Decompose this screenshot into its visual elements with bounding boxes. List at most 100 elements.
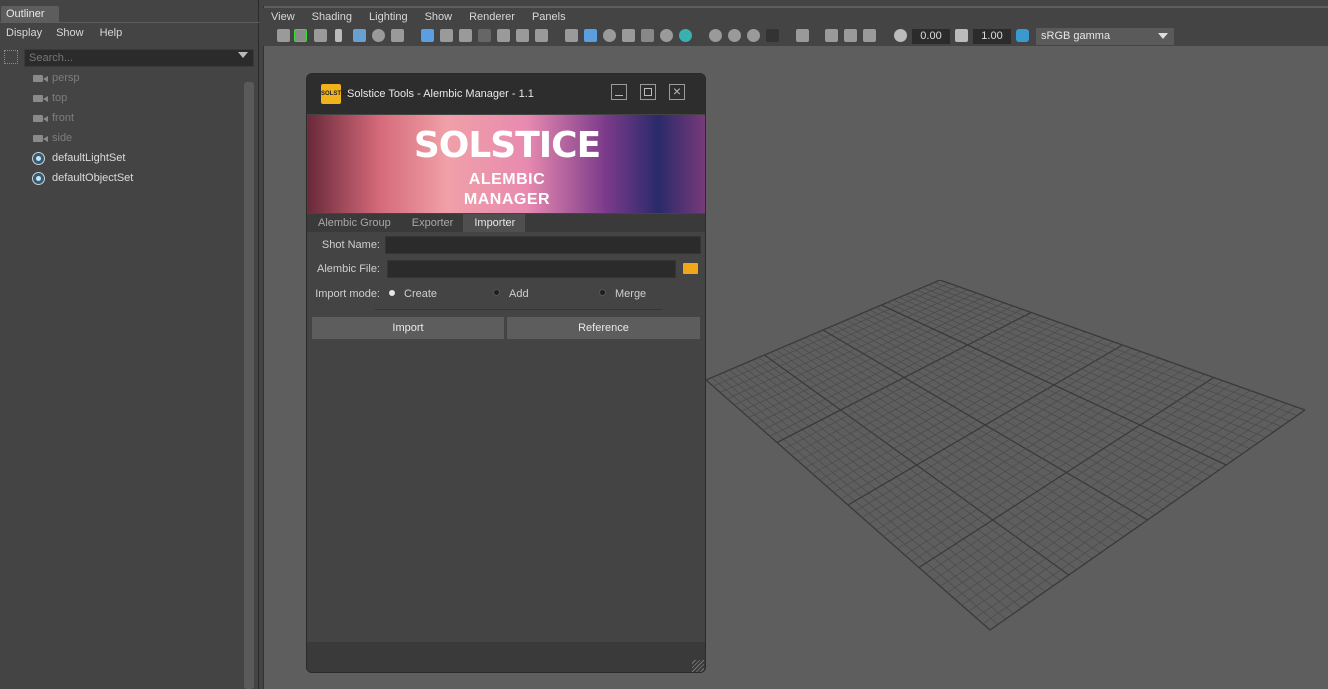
- search-input[interactable]: Search...: [24, 49, 254, 67]
- outliner-item-persp[interactable]: persp: [30, 68, 80, 88]
- divider: [375, 309, 662, 310]
- banner-image: SOLSTICE ALEMBIC MANAGER: [308, 115, 705, 213]
- radio-merge-label: Merge: [615, 288, 647, 300]
- dialog-title: Solstice Tools - Alembic Manager - 1.1: [347, 88, 534, 100]
- tab-importer[interactable]: Importer: [463, 214, 526, 232]
- menu-panels[interactable]: Panels: [515, 8, 566, 26]
- minimize-icon[interactable]: [611, 84, 627, 100]
- dialog-tabs: Alembic Group Exporter Importer: [307, 214, 705, 232]
- xray-joints-icon[interactable]: [863, 29, 876, 42]
- outliner-item-side[interactable]: side: [30, 128, 72, 148]
- exposure-icon[interactable]: [894, 29, 907, 42]
- maximize-icon[interactable]: [640, 84, 656, 100]
- tab-alembic-group[interactable]: Alembic Group: [307, 214, 401, 232]
- shot-name-field[interactable]: [385, 236, 701, 254]
- screen-space-ao-icon[interactable]: [709, 29, 722, 42]
- outliner-item-label: persp: [52, 72, 80, 84]
- alembic-manager-dialog: SOLSTICE Solstice Tools - Alembic Manage…: [306, 73, 706, 673]
- outliner-item-label: defaultLightSet: [52, 152, 126, 164]
- isolate-select-icon[interactable]: [796, 29, 809, 42]
- gate-mask-icon[interactable]: [478, 29, 491, 42]
- wireframe-on-shaded-icon[interactable]: [622, 29, 635, 42]
- alembic-file-label: Alembic File:: [317, 263, 380, 275]
- view-transform-dropdown[interactable]: sRGB gamma: [1036, 28, 1174, 45]
- import-button[interactable]: Import: [312, 317, 504, 339]
- alembic-file-field[interactable]: [387, 260, 676, 278]
- camera-attributes-icon[interactable]: [294, 29, 307, 42]
- outliner-item-label: top: [52, 92, 68, 104]
- safe-action-icon[interactable]: [516, 29, 529, 42]
- color-management-icon[interactable]: [1016, 29, 1029, 42]
- menu-display[interactable]: Display: [0, 25, 42, 43]
- smooth-shade-icon[interactable]: [584, 29, 597, 42]
- anti-aliasing-icon[interactable]: [747, 29, 760, 42]
- set-icon: [30, 151, 46, 165]
- radio-add[interactable]: [493, 289, 500, 296]
- radio-merge[interactable]: [599, 289, 606, 296]
- wireframe-icon[interactable]: [565, 29, 578, 42]
- banner-subtitle: MANAGER: [463, 191, 551, 208]
- outliner-menubar: Display Show Help: [0, 25, 259, 43]
- 2d-pan-zoom-icon[interactable]: [372, 29, 385, 42]
- menu-view[interactable]: View: [263, 8, 295, 26]
- close-icon[interactable]: ×: [669, 84, 685, 100]
- resolution-gate-icon[interactable]: [459, 29, 472, 42]
- grid-icon[interactable]: [421, 29, 434, 42]
- outliner-item-defaultlightset[interactable]: defaultLightSet: [30, 148, 125, 168]
- reference-button[interactable]: Reference: [507, 317, 700, 339]
- chevron-down-icon[interactable]: [1158, 33, 1168, 39]
- depth-of-field-icon[interactable]: [766, 29, 779, 42]
- folder-icon[interactable]: [683, 263, 698, 274]
- outliner-tab[interactable]: Outliner: [1, 6, 59, 23]
- menu-show[interactable]: Show: [42, 25, 84, 43]
- camera-icon: [30, 92, 48, 104]
- motion-blur-icon[interactable]: [728, 29, 741, 42]
- resize-grip-icon[interactable]: [692, 660, 704, 672]
- menu-show[interactable]: Show: [408, 8, 453, 26]
- outliner-scrollbar[interactable]: [244, 82, 254, 689]
- outliner-item-top[interactable]: top: [30, 88, 67, 108]
- solstice-logo-icon: SOLSTICE: [321, 84, 351, 104]
- camera-icon: [30, 132, 48, 144]
- menu-renderer[interactable]: Renderer: [452, 8, 515, 26]
- tab-exporter[interactable]: Exporter: [401, 214, 464, 232]
- outliner-item-label: front: [52, 112, 75, 124]
- image-plane-icon[interactable]: [353, 29, 366, 42]
- banner-title: SOLSTICE: [413, 125, 601, 166]
- gamma-field[interactable]: 1.00: [973, 29, 1011, 44]
- bookmark-camera-icon[interactable]: [314, 29, 327, 42]
- select-camera-icon[interactable]: [277, 29, 290, 42]
- grease-pencil-icon[interactable]: [391, 29, 404, 42]
- outliner-item-defaultobjectset[interactable]: defaultObjectSet: [30, 168, 133, 188]
- outliner-item-label: side: [52, 132, 73, 144]
- gamma-icon[interactable]: [955, 29, 968, 42]
- radio-create[interactable]: [389, 290, 395, 296]
- camera-icon: [30, 72, 48, 84]
- default-material-icon[interactable]: [603, 29, 616, 42]
- use-lights-icon[interactable]: [660, 29, 673, 42]
- field-chart-icon[interactable]: [497, 29, 510, 42]
- xray-active-icon[interactable]: [844, 29, 857, 42]
- tab-divider: [0, 22, 259, 23]
- outliner-item-label: defaultObjectSet: [52, 172, 134, 184]
- film-gate-icon[interactable]: [440, 29, 453, 42]
- bookmark-icon[interactable]: [335, 29, 342, 42]
- viewport-grid: [705, 280, 1306, 631]
- outliner-item-front[interactable]: front: [30, 108, 74, 128]
- import-mode-label: Import mode:: [315, 288, 380, 300]
- xray-icon[interactable]: [825, 29, 838, 42]
- textured-icon[interactable]: [641, 29, 654, 42]
- menu-shading[interactable]: Shading: [295, 8, 352, 26]
- shot-name-label: Shot Name:: [321, 239, 380, 251]
- selection-filter-icon[interactable]: [4, 50, 18, 64]
- menu-lighting[interactable]: Lighting: [352, 8, 408, 26]
- shadows-icon[interactable]: [679, 29, 692, 42]
- radio-add-label: Add: [509, 288, 529, 300]
- set-icon: [30, 171, 46, 185]
- menu-help[interactable]: Help: [84, 25, 123, 43]
- safe-title-icon[interactable]: [535, 29, 548, 42]
- exposure-field[interactable]: 0.00: [912, 29, 950, 44]
- radio-create-label: Create: [404, 288, 438, 300]
- chevron-down-icon[interactable]: [238, 52, 248, 58]
- dialog-statusbar: [307, 642, 705, 672]
